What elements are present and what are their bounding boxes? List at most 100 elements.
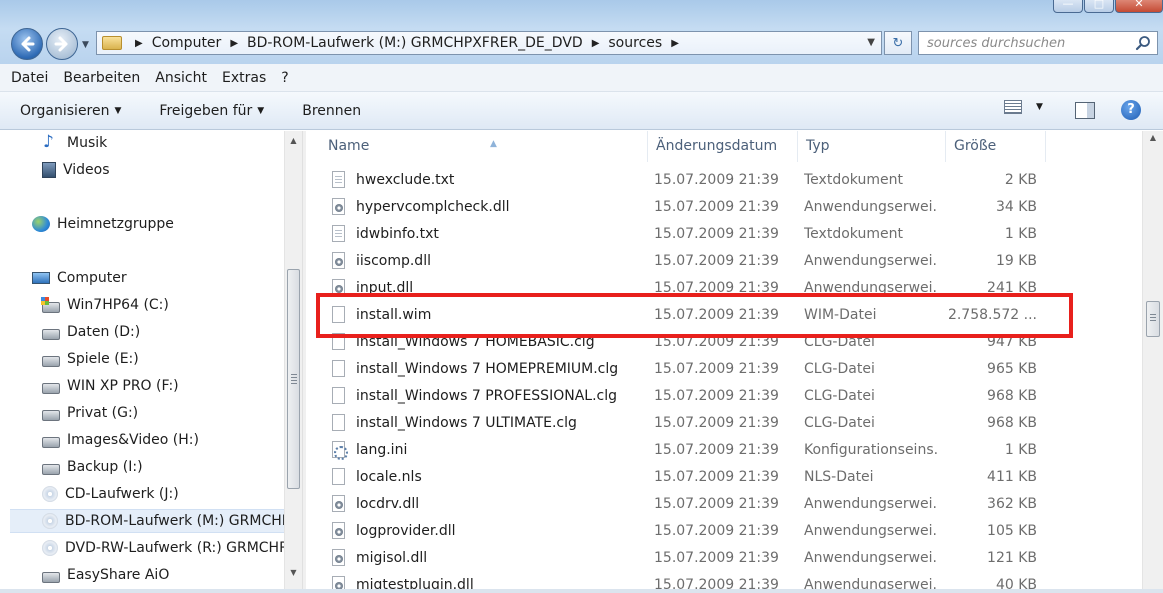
search-icon[interactable] bbox=[1135, 35, 1151, 51]
file-date: 15.07.2009 21:39 bbox=[654, 495, 779, 512]
file-size: 411 KB bbox=[987, 468, 1037, 485]
address-bar[interactable]: ▶ Computer ▶ BD-ROM-Laufwerk (M:) GRMCHP… bbox=[96, 31, 882, 55]
nav-item-label: Backup (I:) bbox=[67, 459, 143, 475]
scroll-down-icon[interactable]: ▼ bbox=[285, 565, 302, 581]
recent-pages-dropdown[interactable]: ▼ bbox=[82, 40, 89, 50]
file-row[interactable]: migisol.dll 15.07.2009 21:39 Anwendungserw… bbox=[306, 544, 1142, 571]
file-size: 105 KB bbox=[987, 522, 1037, 539]
column-header-date[interactable]: Änderungsdatum bbox=[648, 131, 798, 162]
breadcrumb-bd-rom-drive[interactable]: BD-ROM-Laufwerk (M:) GRMCHPXFRER_DE_DVD bbox=[247, 35, 583, 51]
burn-button[interactable]: Brennen bbox=[302, 103, 361, 119]
nav-item-drive-h[interactable]: Images&Video (H:) bbox=[42, 428, 199, 452]
file-name: locale.nls bbox=[356, 468, 422, 485]
file-size: 19 KB bbox=[995, 252, 1037, 269]
close-button[interactable]: ✕ bbox=[1115, 0, 1163, 13]
nav-item-drive-g[interactable]: Privat (G:) bbox=[42, 401, 138, 425]
nav-item-drive-d[interactable]: Daten (D:) bbox=[42, 320, 140, 344]
file-type: Anwendungserwei... bbox=[804, 522, 938, 539]
menu-tools[interactable]: Extras bbox=[222, 70, 266, 86]
nav-item-drive-f[interactable]: WIN XP PRO (F:) bbox=[42, 374, 179, 398]
nav-item-drive-m[interactable]: BD-ROM-Laufwerk (M:) GRMCHPXFRER_DE_DVD bbox=[10, 509, 302, 533]
menu-edit[interactable]: Bearbeiten bbox=[63, 70, 140, 86]
nav-item-label: EasyShare AiO bbox=[67, 567, 170, 583]
scrollbar-thumb[interactable] bbox=[287, 269, 300, 489]
nav-item-drive-r[interactable]: DVD-RW-Laufwerk (R:) GRMCHPXFRER_DE_DVD bbox=[42, 536, 302, 560]
device-icon bbox=[42, 571, 60, 583]
chevron-down-icon[interactable]: ▼ bbox=[1036, 102, 1043, 112]
share-button[interactable]: Freigeben für ▼ bbox=[159, 103, 264, 119]
help-button[interactable]: ? bbox=[1121, 100, 1141, 120]
drive-icon bbox=[42, 463, 60, 475]
file-row[interactable]: locdrv.dll 15.07.2009 21:39 Anwendungserwe… bbox=[306, 490, 1142, 517]
search-input[interactable] bbox=[919, 32, 1119, 54]
back-button[interactable] bbox=[11, 28, 43, 60]
nav-item-drive-j[interactable]: CD-Laufwerk (J:) bbox=[42, 482, 179, 506]
scroll-up-icon[interactable]: ▲ bbox=[1143, 133, 1163, 142]
file-row[interactable]: install_Windows 7 PROFESSIONAL.clg 15.07.… bbox=[306, 382, 1142, 409]
menu-help[interactable]: ? bbox=[281, 70, 288, 86]
nav-item-drive-c[interactable]: Win7HP64 (C:) bbox=[41, 293, 169, 317]
minimize-button[interactable]: — bbox=[1053, 0, 1083, 13]
nav-item-videos[interactable]: Videos bbox=[42, 158, 110, 182]
chevron-down-icon: ▼ bbox=[114, 105, 122, 116]
file-date: 15.07.2009 21:39 bbox=[654, 252, 779, 269]
file-row[interactable]: hwexclude.txt 15.07.2009 21:39 Textdokumen… bbox=[306, 166, 1142, 193]
file-row[interactable]: hypervcomplcheck.dll 15.07.2009 21:39 Anwe… bbox=[306, 193, 1142, 220]
file-list-scrollbar[interactable]: ▲ bbox=[1142, 131, 1163, 593]
preview-pane-button[interactable] bbox=[1075, 102, 1095, 119]
scroll-up-icon[interactable]: ▲ bbox=[285, 133, 302, 149]
file-date: 15.07.2009 21:39 bbox=[654, 387, 779, 404]
file-date: 15.07.2009 21:39 bbox=[654, 171, 779, 188]
chevron-right-icon[interactable]: ▶ bbox=[592, 38, 600, 49]
nav-item-drive-i[interactable]: Backup (I:) bbox=[42, 455, 143, 479]
chevron-right-icon[interactable]: ▶ bbox=[671, 38, 679, 49]
nav-item-homegroup[interactable]: Heimnetzgruppe bbox=[32, 212, 174, 236]
nav-item-music[interactable]: Musik bbox=[42, 131, 107, 155]
computer-icon bbox=[32, 272, 50, 284]
column-header-name[interactable]: Name ▲ bbox=[320, 131, 648, 162]
breadcrumb-sources[interactable]: sources bbox=[608, 35, 662, 51]
chevron-down-icon: ▼ bbox=[257, 105, 265, 116]
file-size: 965 KB bbox=[987, 360, 1037, 377]
nav-item-label: Privat (G:) bbox=[67, 405, 139, 421]
file-row[interactable]: lang.ini 15.07.2009 21:39 Konfigurationsei… bbox=[306, 436, 1142, 463]
nav-item-computer[interactable]: Computer bbox=[32, 266, 127, 290]
file-row[interactable]: install_Windows 7 ULTIMATE.clg 15.07.2009… bbox=[306, 409, 1142, 436]
nav-item-easyshare[interactable]: EasyShare AiO bbox=[42, 563, 169, 587]
nav-scrollbar[interactable]: ▲ ▼ bbox=[284, 131, 302, 593]
file-row[interactable]: install_Windows 7 HOMEPREMIUM.clg 15.07.2… bbox=[306, 355, 1142, 382]
forward-button[interactable] bbox=[46, 28, 78, 60]
file-row[interactable]: idwbinfo.txt 15.07.2009 21:39 Textdokument… bbox=[306, 220, 1142, 247]
address-history-dropdown[interactable]: ▼ bbox=[867, 37, 875, 48]
refresh-button[interactable]: ↻ bbox=[884, 31, 912, 55]
file-date: 15.07.2009 21:39 bbox=[654, 198, 779, 215]
column-header-type[interactable]: Typ bbox=[798, 131, 946, 162]
breadcrumb-computer[interactable]: Computer bbox=[152, 35, 222, 51]
file-row[interactable]: logprovider.dll 15.07.2009 21:39 Anwendung… bbox=[306, 517, 1142, 544]
organize-button[interactable]: Organisieren ▼ bbox=[20, 103, 121, 119]
drive-icon bbox=[42, 436, 60, 448]
chevron-right-icon[interactable]: ▶ bbox=[135, 38, 143, 49]
drive-icon bbox=[42, 409, 60, 421]
change-view-button[interactable]: ▼ bbox=[1004, 100, 1043, 114]
burn-label: Brennen bbox=[302, 102, 362, 119]
generic-file-icon bbox=[332, 360, 345, 377]
search-box[interactable] bbox=[918, 31, 1158, 55]
file-row[interactable]: locale.nls 15.07.2009 21:39 NLS-Datei 411 K… bbox=[306, 463, 1142, 490]
column-header-size[interactable]: Größe bbox=[946, 131, 1046, 162]
file-size: 968 KB bbox=[987, 414, 1037, 431]
file-date: 15.07.2009 21:39 bbox=[654, 522, 779, 539]
file-type: NLS-Datei bbox=[804, 468, 874, 485]
maximize-icon: □ bbox=[1093, 0, 1105, 10]
file-size: 34 KB bbox=[995, 198, 1037, 215]
chevron-right-icon[interactable]: ▶ bbox=[230, 38, 238, 49]
file-row[interactable]: iiscomp.dll 15.07.2009 21:39 Anwendungserw… bbox=[306, 247, 1142, 274]
maximize-button[interactable]: □ bbox=[1084, 0, 1114, 13]
nav-item-drive-e[interactable]: Spiele (E:) bbox=[42, 347, 139, 371]
menu-view[interactable]: Ansicht bbox=[155, 70, 207, 86]
nav-item-label: Heimnetzgruppe bbox=[57, 216, 174, 232]
scrollbar-thumb[interactable] bbox=[1146, 301, 1160, 337]
file-type: CLG-Datei bbox=[804, 387, 875, 404]
details-pane-edge bbox=[0, 589, 1163, 593]
menu-file[interactable]: Datei bbox=[11, 70, 48, 86]
